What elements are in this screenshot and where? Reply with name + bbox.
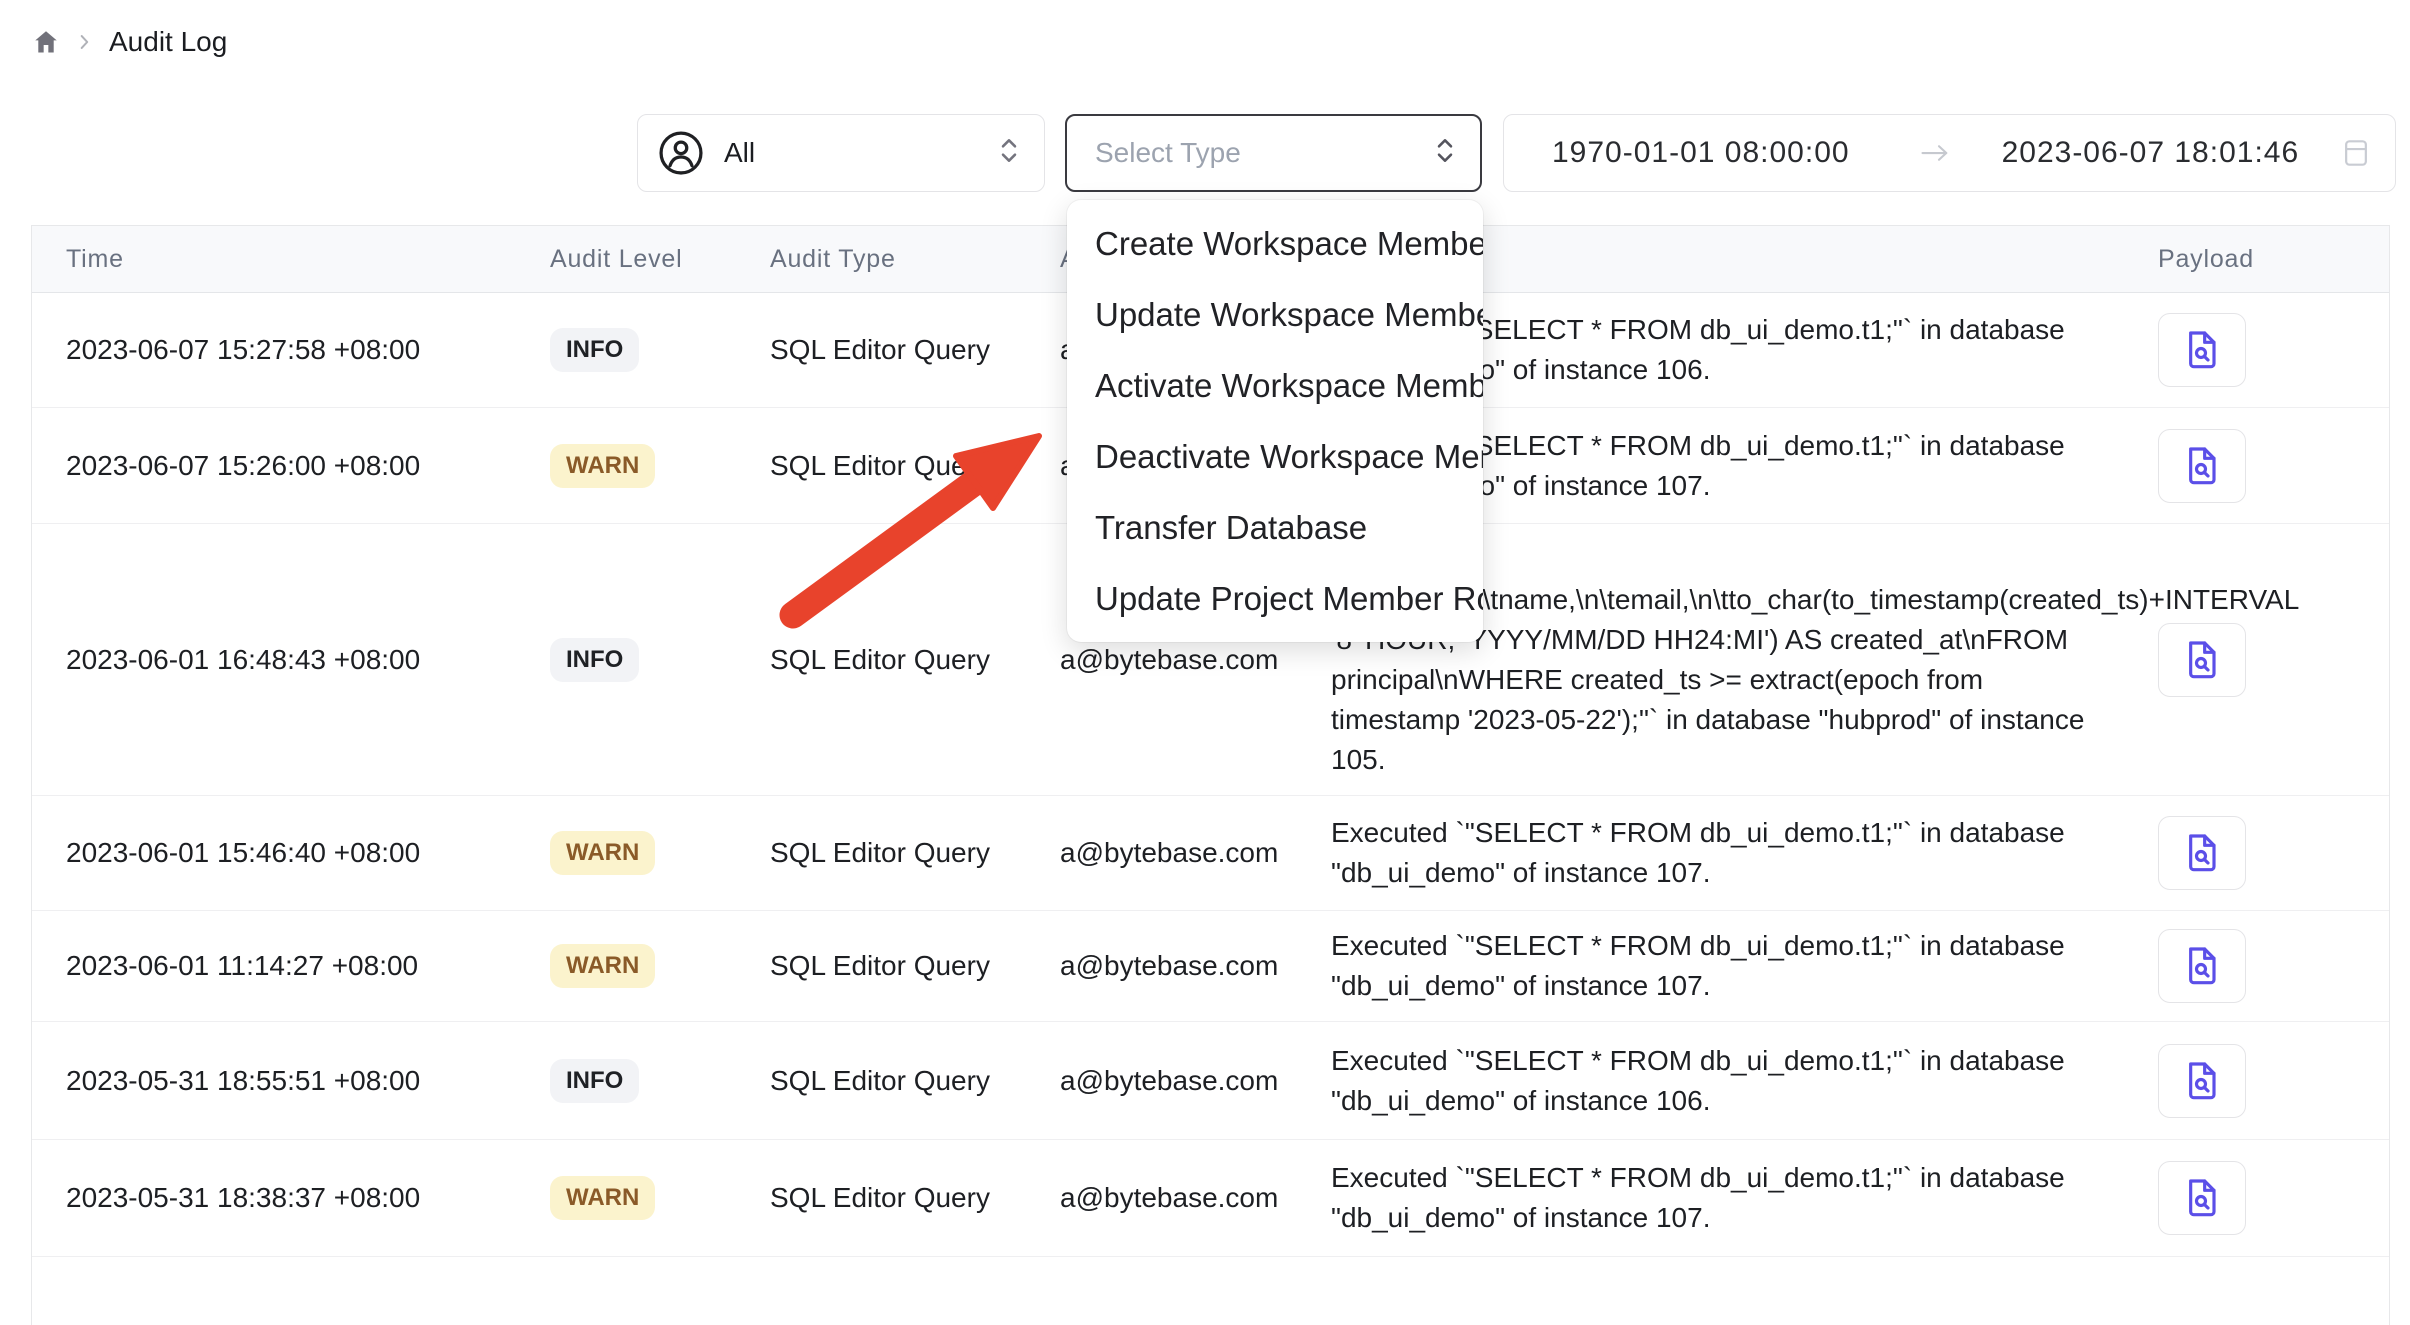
cell-actor: a@bytebase.com [1060, 950, 1331, 982]
chevron-right-icon [73, 31, 95, 53]
menu-item-update-workspace-member[interactable]: Update Workspace Member [1067, 279, 1483, 350]
status-badge: WARN [550, 444, 655, 488]
payload-view-button[interactable] [2158, 929, 2246, 1003]
cell-audit-type: SQL Editor Query [770, 334, 1060, 366]
col-header-time: Time [32, 245, 550, 274]
payload-view-button[interactable] [2158, 623, 2246, 697]
calendar-icon [2341, 137, 2371, 169]
cell-time: 2023-06-01 16:48:43 +08:00 [32, 644, 550, 676]
status-badge: WARN [550, 944, 655, 988]
person-icon [658, 130, 704, 176]
menu-item-transfer-database[interactable]: Transfer Database [1067, 492, 1483, 563]
document-search-icon [2182, 831, 2222, 875]
date-range-picker[interactable]: 1970-01-01 08:00:00 2023-06-07 18:01:46 [1503, 114, 2396, 192]
cell-time: 2023-06-01 11:14:27 +08:00 [32, 950, 550, 982]
payload-view-button[interactable] [2158, 429, 2246, 503]
actor-filter-select[interactable]: All [637, 114, 1045, 192]
col-header-payload: Payload [2130, 245, 2389, 274]
document-search-icon [2182, 444, 2222, 488]
type-filter-placeholder: Select Type [1095, 137, 1241, 169]
cell-audit-type: SQL Editor Query [770, 450, 1060, 482]
status-badge: INFO [550, 1059, 639, 1103]
date-range-end[interactable]: 2023-06-07 18:01:46 [2002, 136, 2300, 170]
status-badge: WARN [550, 831, 655, 875]
payload-view-button[interactable] [2158, 816, 2246, 890]
payload-view-button[interactable] [2158, 1044, 2246, 1118]
document-search-icon [2182, 1176, 2222, 1220]
cell-actor: a@bytebase.com [1060, 837, 1331, 869]
actor-filter-value: All [724, 137, 755, 169]
document-search-icon [2182, 328, 2222, 372]
type-filter-select[interactable]: Select Type [1065, 114, 1482, 192]
select-chevrons-icon [1434, 136, 1456, 171]
breadcrumb: Audit Log [31, 26, 227, 58]
cell-audit-type: SQL Editor Query [770, 950, 1060, 982]
cell-time: 2023-05-31 18:38:37 +08:00 [32, 1182, 550, 1214]
cell-time: 2023-06-01 15:46:40 +08:00 [32, 837, 550, 869]
status-badge: WARN [550, 1176, 655, 1220]
cell-comment: Executed `"SELECT * FROM db_ui_demo.t1;"… [1331, 1041, 2130, 1121]
arrow-right-icon [1920, 142, 1950, 164]
type-select-dropdown: Create Workspace Member Update Workspace… [1067, 200, 1483, 642]
cell-audit-type: SQL Editor Query [770, 1182, 1060, 1214]
col-header-audit-level: Audit Level [550, 245, 770, 274]
page-title: Audit Log [109, 26, 227, 58]
cell-audit-type: SQL Editor Query [770, 1065, 1060, 1097]
status-badge: INFO [550, 328, 639, 372]
col-header-audit-type: Audit Type [770, 245, 1060, 274]
table-row: 2023-06-01 11:14:27 +08:00 WARN SQL Edit… [32, 911, 2389, 1022]
cell-actor: a@bytebase.com [1060, 1065, 1331, 1097]
cell-time: 2023-05-31 18:55:51 +08:00 [32, 1065, 550, 1097]
document-search-icon [2182, 944, 2222, 988]
table-row: 2023-06-01 15:46:40 +08:00 WARN SQL Edit… [32, 796, 2389, 911]
date-range-start[interactable]: 1970-01-01 08:00:00 [1552, 136, 1850, 170]
menu-item-deactivate-workspace-member[interactable]: Deactivate Workspace Member [1067, 421, 1483, 492]
table-row: 2023-05-31 18:38:37 +08:00 WARN SQL Edit… [32, 1140, 2389, 1257]
table-row: 2023-05-31 18:55:51 +08:00 INFO SQL Edit… [32, 1022, 2389, 1140]
home-icon[interactable] [31, 27, 61, 57]
cell-comment: Executed `"SELECT * FROM db_ui_demo.t1;"… [1331, 813, 2130, 893]
cell-time: 2023-06-07 15:27:58 +08:00 [32, 334, 550, 366]
cell-actor: a@bytebase.com [1060, 1182, 1331, 1214]
cell-audit-type: SQL Editor Query [770, 644, 1060, 676]
payload-view-button[interactable] [2158, 313, 2246, 387]
menu-item-activate-workspace-member[interactable]: Activate Workspace Member [1067, 350, 1483, 421]
menu-item-update-project-member-role[interactable]: Update Project Member Role [1067, 563, 1483, 634]
status-badge: INFO [550, 638, 639, 682]
cell-comment: Executed `"SELECT * FROM db_ui_demo.t1;"… [1331, 1158, 2130, 1238]
cell-audit-type: SQL Editor Query [770, 837, 1060, 869]
document-search-icon [2182, 1059, 2222, 1103]
cell-actor: a@bytebase.com [1060, 644, 1331, 676]
menu-item-create-workspace-member[interactable]: Create Workspace Member [1067, 208, 1483, 279]
payload-view-button[interactable] [2158, 1161, 2246, 1235]
select-chevrons-icon [998, 136, 1020, 171]
cell-comment: Executed `"SELECT * FROM db_ui_demo.t1;"… [1331, 926, 2130, 1006]
document-search-icon [2182, 638, 2222, 682]
cell-time: 2023-06-07 15:26:00 +08:00 [32, 450, 550, 482]
